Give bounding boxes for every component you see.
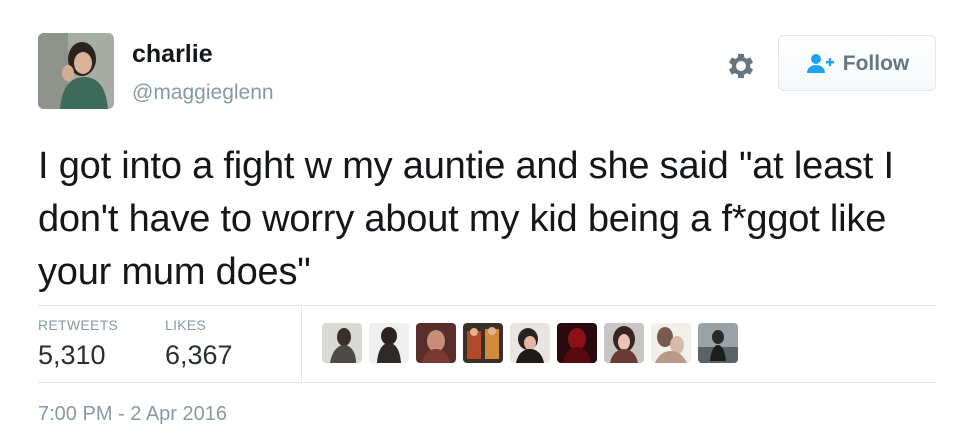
liker-avatar[interactable]: [416, 323, 456, 363]
stats-divider-bottom: [38, 382, 936, 383]
likes-label: LIKES: [165, 317, 207, 333]
likes-stat[interactable]: LIKES 6,367: [165, 318, 233, 369]
liker-avatar[interactable]: [698, 323, 738, 363]
author-avatar[interactable]: [38, 33, 114, 109]
retweets-count: 5,310: [38, 340, 106, 370]
stats-divider-top: [38, 305, 936, 306]
liker-avatar[interactable]: [322, 323, 362, 363]
liker-avatar[interactable]: [369, 323, 409, 363]
tweet-timestamp[interactable]: 7:00 PM - 2 Apr 2016: [38, 404, 227, 424]
follow-button[interactable]: Follow: [778, 35, 936, 91]
stats-vertical-divider: [301, 305, 302, 382]
follow-button-label: Follow: [842, 51, 910, 75]
follow-user-icon: [805, 51, 835, 75]
likes-count: 6,367: [165, 340, 233, 370]
likers-avatar-row: [322, 323, 738, 363]
gear-icon[interactable]: [724, 49, 758, 83]
author-display-name[interactable]: charlie: [132, 42, 213, 67]
liker-avatar[interactable]: [604, 323, 644, 363]
liker-avatar[interactable]: [651, 323, 691, 363]
author-handle[interactable]: @maggieglenn: [132, 82, 274, 103]
liker-avatar[interactable]: [510, 323, 550, 363]
liker-avatar[interactable]: [463, 323, 503, 363]
retweets-label: RETWEETS: [38, 317, 119, 333]
retweets-stat[interactable]: RETWEETS 5,310: [38, 318, 118, 369]
tweet-text: I got into a fight w my auntie and she s…: [38, 145, 894, 293]
liker-avatar[interactable]: [557, 323, 597, 363]
